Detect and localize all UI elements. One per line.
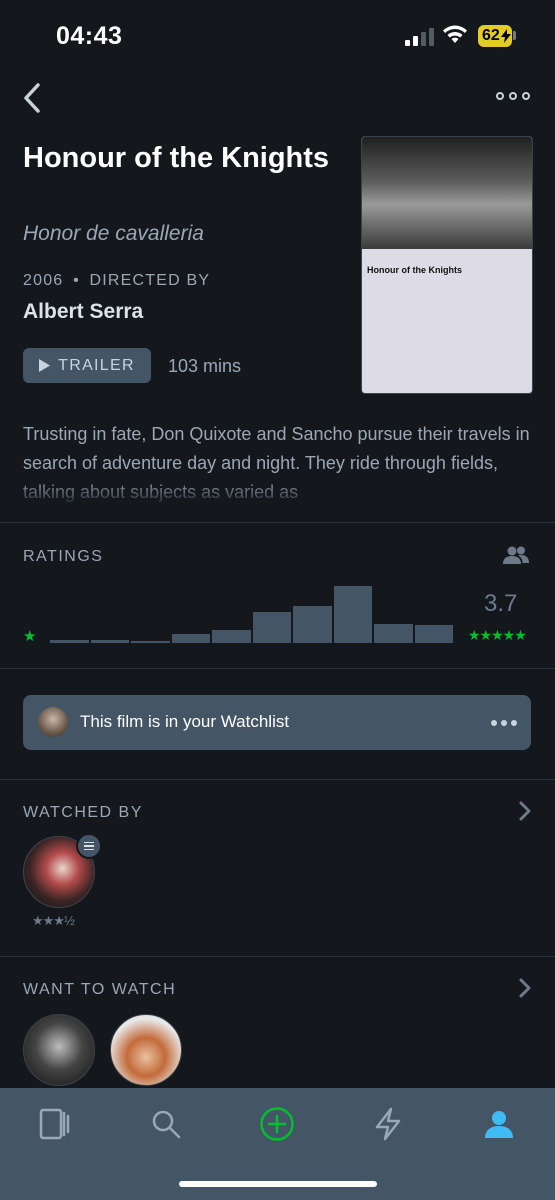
divider <box>0 779 555 780</box>
divider <box>0 522 555 523</box>
low-rating-star-icon: ★ <box>23 628 37 645</box>
add-icon <box>260 1107 294 1141</box>
search-icon <box>152 1110 181 1139</box>
chevron-right-icon[interactable] <box>518 800 532 822</box>
histogram-bar[interactable] <box>50 640 89 643</box>
activity-icon <box>375 1107 401 1141</box>
watched-by-label[interactable]: WATCHED BY <box>23 804 143 822</box>
tab-profile[interactable] <box>479 1104 519 1144</box>
films-icon <box>39 1108 70 1140</box>
wifi-icon <box>443 25 467 43</box>
histogram-bar[interactable] <box>252 612 291 643</box>
synopsis-fade <box>0 478 555 508</box>
average-rating: 3.7 <box>484 590 518 617</box>
more-options-icon[interactable] <box>496 92 530 100</box>
trailer-label: TRAILER <box>58 356 135 374</box>
tab-films[interactable] <box>35 1104 75 1144</box>
battery-cap <box>513 31 516 40</box>
back-chevron-icon[interactable] <box>20 82 44 114</box>
play-icon <box>39 359 51 372</box>
tab-activity[interactable] <box>368 1104 408 1144</box>
divider <box>0 956 555 957</box>
chevron-right-icon[interactable] <box>518 977 532 999</box>
histogram-bar[interactable] <box>333 586 372 643</box>
friends-icon[interactable] <box>503 545 529 565</box>
directed-by-label: DIRECTED BY <box>89 272 211 289</box>
home-indicator <box>179 1181 377 1187</box>
histogram-bar[interactable] <box>131 641 170 643</box>
film-meta: 2006 • DIRECTED BY <box>23 272 210 290</box>
divider <box>0 668 555 669</box>
friend-avatar[interactable] <box>110 1014 182 1086</box>
user-avatar <box>38 707 68 737</box>
battery-level: 62 <box>482 27 500 44</box>
film-year[interactable]: 2006 <box>23 272 63 289</box>
histogram-bar[interactable] <box>171 634 210 643</box>
watchlist-text: This film is in your Watchlist <box>80 712 290 731</box>
high-rating-stars-icon: ★★★★★ <box>468 627 527 643</box>
friend-avatar[interactable] <box>23 1014 95 1086</box>
histogram-bar[interactable] <box>212 630 251 643</box>
review-icon <box>76 833 102 859</box>
histogram-bar[interactable] <box>90 640 129 643</box>
runtime: 103 mins <box>168 356 242 376</box>
tab-search[interactable] <box>146 1104 186 1144</box>
tab-add[interactable] <box>257 1104 297 1144</box>
histogram-bar[interactable] <box>293 606 332 643</box>
want-to-watch-label[interactable]: WANT TO WATCH <box>23 981 176 999</box>
film-title: Honour of the Knights <box>23 142 330 174</box>
film-poster[interactable]: Honour of the Knights <box>361 136 533 394</box>
signal-icon <box>405 28 434 46</box>
charging-bolt-icon <box>500 29 511 43</box>
status-time: 04:43 <box>56 22 123 50</box>
watchlist-more-icon[interactable] <box>491 720 517 726</box>
trailer-button[interactable]: TRAILER <box>23 348 151 383</box>
poster-image <box>362 137 532 249</box>
histogram-bar[interactable] <box>414 625 453 643</box>
meta-separator: • <box>73 272 80 289</box>
battery-icon: 62 <box>478 25 512 47</box>
poster-title: Honour of the Knights <box>367 265 462 275</box>
ratings-label: RATINGS <box>23 548 104 565</box>
friend-rating: ★★★½ <box>32 913 75 928</box>
director-name[interactable]: Albert Serra <box>23 300 143 324</box>
ratings-histogram[interactable] <box>50 586 453 643</box>
watchlist-banner[interactable]: This film is in your Watchlist <box>23 695 531 750</box>
original-title: Honor de cavalleria <box>23 222 204 245</box>
histogram-bar[interactable] <box>374 624 413 643</box>
profile-icon <box>485 1111 513 1138</box>
